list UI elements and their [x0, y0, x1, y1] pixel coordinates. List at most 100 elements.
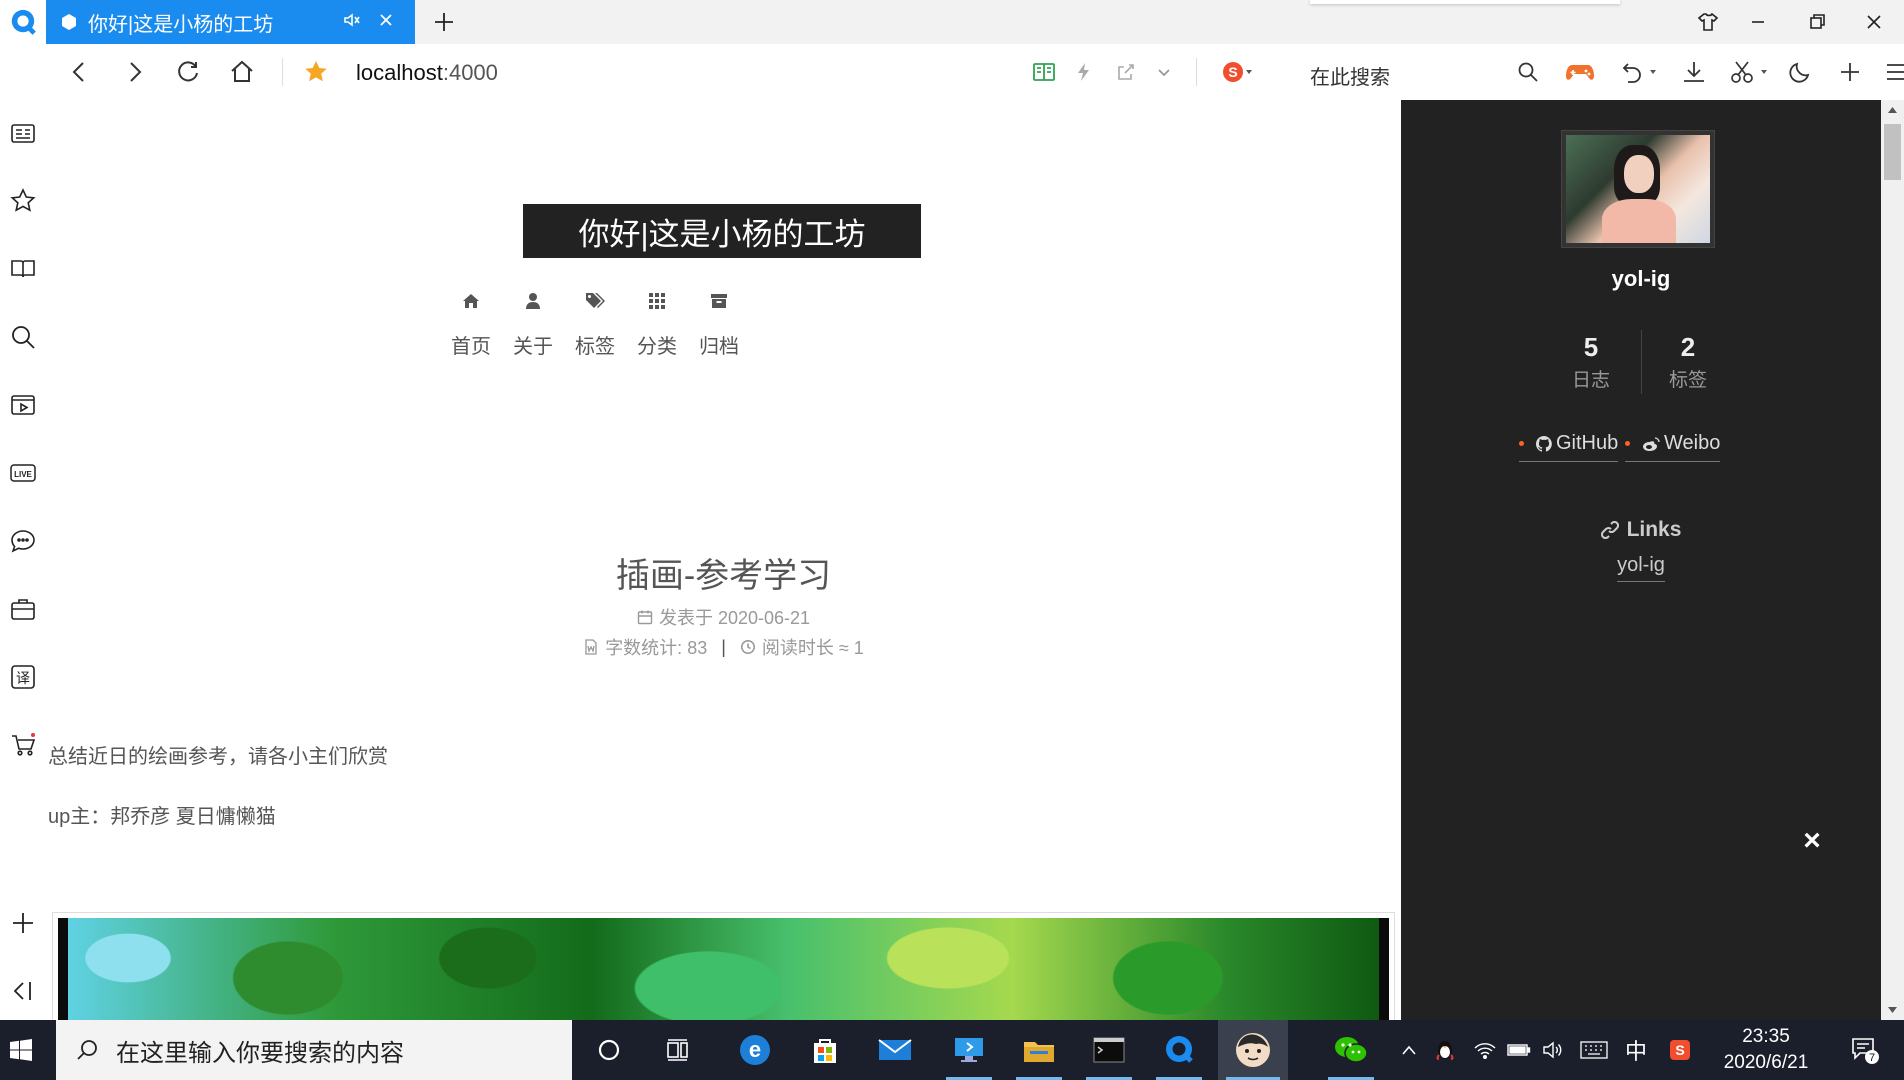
sogou-ime-icon[interactable]: S: [1664, 1020, 1696, 1080]
add-icon[interactable]: [0, 900, 46, 946]
chevron-down-icon[interactable]: [1148, 44, 1180, 100]
close-window-icon[interactable]: [1856, 6, 1892, 38]
word-file-icon: [583, 639, 599, 655]
windows-start-icon[interactable]: [0, 1020, 42, 1080]
social-link-weibo[interactable]: Weibo: [1625, 432, 1721, 462]
terminal-icon[interactable]: [1078, 1020, 1140, 1080]
close-tab-icon[interactable]: [376, 10, 396, 30]
system-clock[interactable]: 23:35 2020/6/21: [1706, 1024, 1826, 1076]
mail-icon[interactable]: [864, 1020, 926, 1080]
favorites-star-icon[interactable]: [0, 178, 46, 224]
search-icon[interactable]: [0, 314, 46, 360]
minimize-icon[interactable]: [1740, 6, 1776, 38]
bookmark-star-icon[interactable]: [296, 44, 336, 100]
search-icon[interactable]: [1510, 44, 1546, 100]
blogroll-link[interactable]: yol-ig: [1401, 554, 1881, 582]
menu-hamburger-icon[interactable]: [1878, 44, 1904, 100]
tab-active[interactable]: 你好|这是小杨的工坊: [46, 0, 415, 44]
site-title[interactable]: 你好|这是小杨的工坊: [523, 204, 921, 258]
scroll-up-arrow-icon[interactable]: [1887, 106, 1898, 114]
social-label: GitHub: [1556, 432, 1619, 454]
scroll-thumb[interactable]: [1884, 124, 1901, 180]
download-icon[interactable]: [1676, 44, 1712, 100]
reader-mode-icon[interactable]: [1028, 44, 1060, 100]
wechat-icon[interactable]: [1320, 1020, 1382, 1080]
night-mode-moon-icon[interactable]: [1782, 44, 1818, 100]
search-box[interactable]: 在此搜索: [1310, 61, 1390, 90]
video-icon[interactable]: [0, 382, 46, 428]
menu-item-archives[interactable]: 归档: [689, 292, 749, 359]
news-icon[interactable]: [0, 110, 46, 156]
game-controller-icon[interactable]: [1560, 44, 1600, 100]
avatar: [1561, 130, 1715, 248]
stat-divider: [1641, 330, 1642, 394]
battery-icon[interactable]: [1504, 1020, 1534, 1080]
taskbar-search-box[interactable]: 在这里输入你要搜索的内容: [56, 1020, 572, 1080]
show-hidden-icons-chevron-icon[interactable]: [1396, 1020, 1422, 1080]
mute-icon[interactable]: [342, 10, 362, 30]
scroll-down-arrow-icon[interactable]: [1887, 1006, 1898, 1014]
menu-item-about[interactable]: 关于: [503, 292, 563, 359]
page-scrollbar[interactable]: [1881, 100, 1904, 1020]
screenshot-scissors-icon[interactable]: [1726, 44, 1774, 100]
edge-browser-icon[interactable]: e: [724, 1020, 786, 1080]
address-bar[interactable]: localhost:4000: [356, 60, 498, 86]
archive-icon: [689, 292, 749, 316]
translate-icon[interactable]: 译: [0, 654, 46, 700]
forward-icon[interactable]: [114, 44, 154, 100]
stat-posts[interactable]: 5 日志: [1546, 332, 1636, 392]
post-title[interactable]: 插画-参考学习: [46, 548, 1401, 597]
menu-item-home[interactable]: 首页: [441, 292, 501, 359]
web-page: 你好|这是小杨的工坊 首页 关于 标签 分类 归档 插画-参考学习 发表于 20…: [46, 100, 1401, 1020]
reader-book-icon[interactable]: [0, 246, 46, 292]
cortana-icon[interactable]: [578, 1020, 640, 1080]
home-icon[interactable]: [222, 44, 262, 100]
restore-icon[interactable]: [1800, 6, 1836, 38]
action-center-icon[interactable]: 7: [1840, 1020, 1890, 1080]
browser-logo-icon[interactable]: [0, 0, 46, 44]
back-icon[interactable]: [60, 44, 100, 100]
volume-icon[interactable]: [1538, 1020, 1568, 1080]
task-view-icon[interactable]: [648, 1020, 710, 1080]
tags-icon: [565, 292, 625, 316]
keyboard-icon[interactable]: [1576, 1020, 1612, 1080]
menu-item-tags[interactable]: 标签: [565, 292, 625, 359]
collapse-panel-icon[interactable]: [0, 968, 46, 1014]
stat-tags[interactable]: 2 标签: [1643, 332, 1733, 392]
svg-text:译: 译: [16, 671, 30, 687]
url-host: localhost: [356, 60, 443, 85]
extensions-plus-icon[interactable]: [1832, 44, 1868, 100]
sogou-search-engine-icon[interactable]: S: [1218, 44, 1258, 100]
ime-indicator[interactable]: 中: [1618, 1020, 1654, 1080]
th-icon: [627, 292, 687, 316]
menu-item-categories[interactable]: 分类: [627, 292, 687, 359]
microsoft-store-icon[interactable]: [794, 1020, 856, 1080]
shopping-cart-icon[interactable]: [0, 722, 46, 768]
file-explorer-icon[interactable]: [1008, 1020, 1070, 1080]
wifi-icon[interactable]: [1470, 1020, 1500, 1080]
menu-label: 归档: [699, 336, 739, 358]
remote-desktop-icon[interactable]: [938, 1020, 1000, 1080]
links-title-text: Links: [1626, 518, 1682, 541]
chat-bubble-icon[interactable]: [0, 518, 46, 564]
lightning-icon[interactable]: [1068, 44, 1100, 100]
menu-label: 分类: [637, 336, 677, 358]
undo-close-tab-icon[interactable]: [1616, 44, 1664, 100]
close-sidebar-button[interactable]: ×: [1796, 824, 1828, 857]
skin-shirt-icon[interactable]: [1690, 6, 1726, 38]
share-icon[interactable]: [1110, 44, 1142, 100]
briefcase-icon[interactable]: [0, 586, 46, 632]
new-tab-button[interactable]: [428, 6, 460, 38]
refresh-icon[interactable]: [168, 44, 208, 100]
post-illustration-image[interactable]: [52, 912, 1395, 1020]
calendar-icon: [637, 609, 653, 625]
qq-penguin-icon[interactable]: [1430, 1020, 1460, 1080]
tab-bar-shadow-strip: [1310, 0, 1620, 4]
clock-date: 2020/6/21: [1723, 1052, 1809, 1073]
social-link-github[interactable]: GitHub: [1519, 432, 1619, 462]
svg-text:e: e: [749, 1037, 761, 1062]
avatar-app-icon[interactable]: [1218, 1020, 1288, 1080]
live-icon[interactable]: LIVE: [0, 450, 46, 496]
qq-browser-icon[interactable]: [1148, 1020, 1210, 1080]
url-port: :4000: [442, 60, 498, 85]
